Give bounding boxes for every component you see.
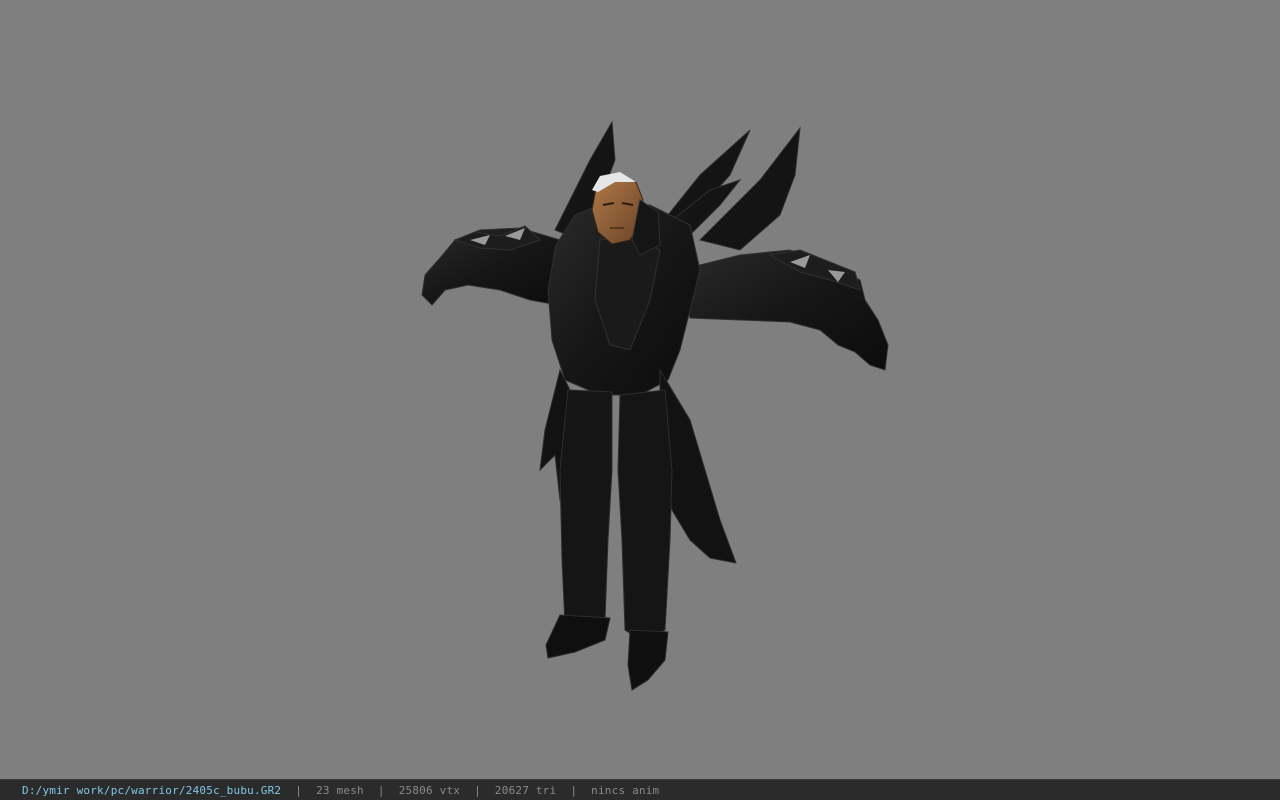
separator: |: [474, 783, 481, 797]
separator: |: [295, 783, 303, 797]
character-model: [421, 120, 889, 691]
vertex-count: 25806 vtx: [398, 783, 461, 797]
model-file-path: D:/ymir work/pc/warrior/2405c_bubu.GR2: [22, 783, 282, 797]
separator: |: [570, 783, 578, 797]
mesh-count: 23 mesh: [316, 783, 364, 797]
legs: [559, 389, 673, 641]
3d-viewport[interactable]: [0, 0, 1280, 779]
status-bar: D:/ymir work/pc/warrior/2405c_bubu.GR2 |…: [0, 779, 1280, 800]
triangle-count: 20627 tri: [494, 783, 557, 797]
separator: |: [377, 783, 385, 797]
right-arm: [679, 249, 889, 371]
animation-status: nincs anim: [591, 783, 660, 797]
